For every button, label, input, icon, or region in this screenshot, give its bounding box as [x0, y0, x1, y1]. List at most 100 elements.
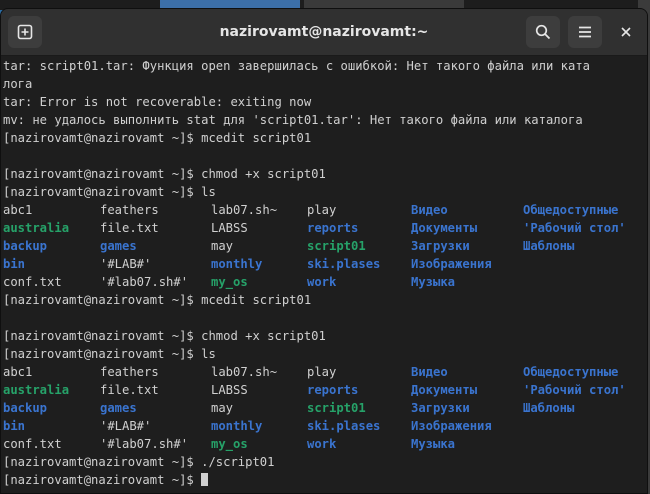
- ls-entry: [523, 417, 643, 435]
- ls-entry: '#lab07.sh#': [100, 275, 189, 289]
- ls-row: bin '#LAB#' monthly ski.plases Изображения: [3, 417, 643, 435]
- ls-entry: bin: [3, 257, 26, 271]
- ls-row: abc1 feathers lab07.sh~ play Видео Общедоступ…: [3, 363, 643, 381]
- ls-entry: may: [211, 239, 234, 253]
- command-line: [nazirovamt@nazirovamt ~]$ ls: [3, 347, 216, 361]
- ls-row: conf.txt '#lab07.sh#' my_os work Музыка: [3, 273, 643, 291]
- ls-entry: australia: [3, 383, 70, 397]
- output-line: mv: не удалось выполнить stat для 'scrip…: [3, 113, 583, 127]
- hamburger-menu-icon: [577, 24, 593, 40]
- ls-entry: conf.txt: [3, 437, 62, 451]
- ls-entry: [523, 273, 643, 291]
- ls-entry: ski.plases: [307, 257, 381, 271]
- command-line: [nazirovamt@nazirovamt ~]$ chmod +x scri…: [3, 329, 326, 343]
- ls-entry: LABSS: [211, 221, 248, 235]
- ls-row: australia file.txt LABSS reports Документы 'Р…: [3, 381, 643, 399]
- ls-entry: may: [211, 401, 234, 415]
- ls-entry: Музыка: [411, 275, 456, 289]
- command-line: [nazirovamt@nazirovamt ~]$ mcedit script…: [3, 293, 312, 307]
- search-icon: [535, 24, 551, 40]
- ls-entry: work: [307, 437, 337, 451]
- ls-entry: play: [307, 203, 337, 217]
- ls-entry: backup: [3, 239, 48, 253]
- ls-entry: ski.plases: [307, 419, 381, 433]
- ls-entry: Шаблоны: [523, 401, 575, 415]
- ls-entry: '#LAB#': [100, 257, 152, 271]
- text-cursor: [201, 473, 209, 486]
- output-line: tar: Error is not recoverable: exiting n…: [3, 95, 312, 109]
- ls-entry: [523, 435, 643, 453]
- ls-entry: Видео: [411, 203, 448, 217]
- output-line: лога: [3, 77, 33, 91]
- ls-entry: file.txt: [100, 221, 159, 235]
- ls-entry: Загрузки: [411, 239, 470, 253]
- ls-row: abc1 feathers lab07.sh~ play Видео Общедоступ…: [3, 201, 643, 219]
- ls-row: bin '#LAB#' monthly ski.plases Изображения: [3, 255, 643, 273]
- menu-button[interactable]: [568, 16, 602, 48]
- command-line: [nazirovamt@nazirovamt ~]$ ./script01: [3, 455, 275, 469]
- ls-entry: '#lab07.sh#': [100, 437, 189, 451]
- ls-entry: abc1: [3, 203, 33, 217]
- ls-entry: Изображения: [411, 257, 492, 271]
- ls-entry: Общедоступные: [523, 365, 619, 379]
- prompt: [nazirovamt@nazirovamt ~]$: [3, 473, 202, 487]
- ls-entry: lab07.sh~: [211, 365, 278, 379]
- command-line: [nazirovamt@nazirovamt ~]$ mcedit script…: [3, 131, 312, 145]
- ls-entry: file.txt: [100, 383, 159, 397]
- ls-row: conf.txt '#lab07.sh#' my_os work Музыка: [3, 435, 643, 453]
- ls-entry: script01: [307, 239, 366, 253]
- ls-entry: reports: [307, 221, 359, 235]
- ls-entry: bin: [3, 419, 26, 433]
- ls-row: backup games may script01 Загрузки Шаблоны: [3, 237, 643, 255]
- ls-entry: backup: [3, 401, 48, 415]
- ls-entry: abc1: [3, 365, 33, 379]
- close-icon: [617, 26, 635, 45]
- ls-listing: abc1 feathers lab07.sh~ play Видео Общедоступ…: [3, 363, 643, 453]
- command-line: [nazirovamt@nazirovamt ~]$ chmod +x scri…: [3, 167, 326, 181]
- new-tab-icon: [17, 24, 33, 40]
- terminal-window: nazirovamt@nazirovamt:~ tar: script01.ta…: [0, 8, 648, 494]
- ls-entry: Музыка: [411, 437, 456, 451]
- ls-row: backup games may script01 Загрузки Шаблоны: [3, 399, 643, 417]
- output-line: tar: script01.tar: Функция open завершил…: [3, 59, 590, 73]
- ls-entry: monthly: [211, 419, 263, 433]
- ls-entry: LABSS: [211, 383, 248, 397]
- ls-entry: lab07.sh~: [211, 203, 278, 217]
- ls-entry: conf.txt: [3, 275, 62, 289]
- close-button[interactable]: [617, 23, 635, 41]
- search-button[interactable]: [526, 16, 560, 48]
- ls-entry: Общедоступные: [523, 203, 619, 217]
- prompt-line[interactable]: [nazirovamt@nazirovamt ~]$: [3, 471, 643, 489]
- ls-entry: games: [100, 239, 137, 253]
- ls-entry: script01: [307, 401, 366, 415]
- ls-entry: feathers: [100, 203, 159, 217]
- ls-entry: Документы: [411, 221, 478, 235]
- window-title: nazirovamt@nazirovamt:~: [219, 24, 429, 40]
- ls-entry: Изображения: [411, 419, 492, 433]
- ls-entry: games: [100, 401, 137, 415]
- ls-row: australia file.txt LABSS reports Документы 'Р…: [3, 219, 643, 237]
- ls-entry: my_os: [211, 437, 248, 451]
- terminal-output[interactable]: tar: script01.tar: Функция open завершил…: [3, 57, 643, 491]
- ls-entry: monthly: [211, 257, 263, 271]
- ls-entry: Документы: [411, 383, 478, 397]
- ls-entry: '#LAB#': [100, 419, 152, 433]
- ls-entry: my_os: [211, 275, 248, 289]
- header-bar: nazirovamt@nazirovamt:~: [1, 9, 647, 56]
- ls-entry: Загрузки: [411, 401, 470, 415]
- ls-entry: Видео: [411, 365, 448, 379]
- ls-entry: play: [307, 365, 337, 379]
- background-window-strip: [304, 0, 464, 8]
- ls-entry: [523, 255, 643, 273]
- ls-listing: abc1 feathers lab07.sh~ play Видео Общедоступ…: [3, 201, 643, 291]
- ls-entry: 'Рабочий стол': [523, 383, 626, 397]
- ls-entry: 'Рабочий стол': [523, 221, 626, 235]
- ls-entry: reports: [307, 383, 359, 397]
- ls-entry: feathers: [100, 365, 159, 379]
- ls-entry: australia: [3, 221, 70, 235]
- new-tab-button[interactable]: [8, 16, 42, 48]
- ls-entry: work: [307, 275, 337, 289]
- ls-entry: Шаблоны: [523, 239, 575, 253]
